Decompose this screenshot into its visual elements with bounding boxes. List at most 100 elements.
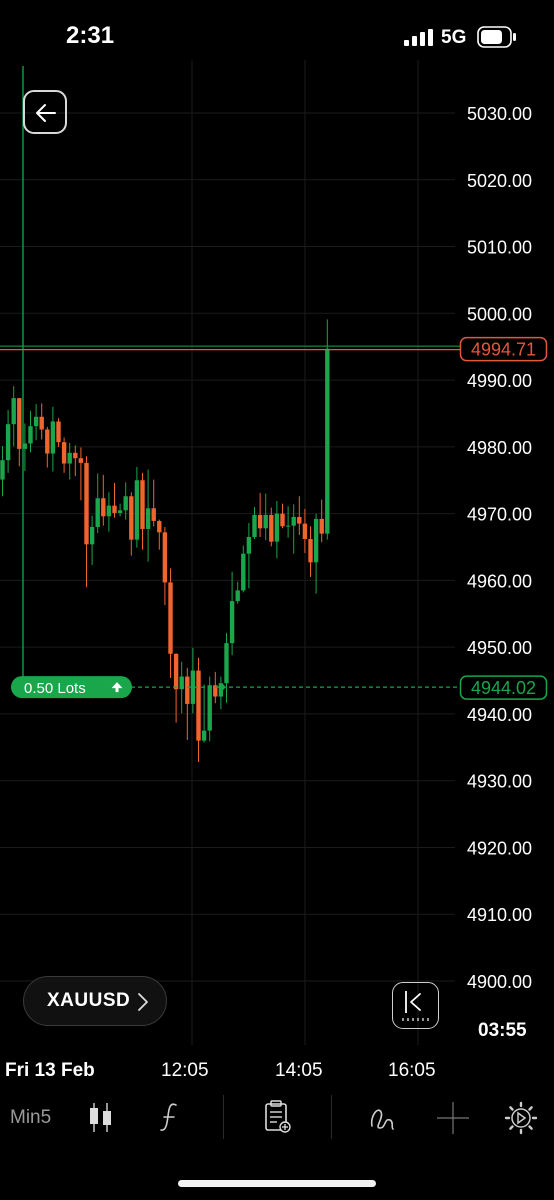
candle-body bbox=[56, 421, 61, 443]
candle-body bbox=[325, 348, 330, 534]
x-axis-label-1205: 12:05 bbox=[161, 1060, 209, 1081]
candle-body bbox=[313, 518, 319, 563]
crosshair-icon bbox=[437, 1102, 469, 1134]
candle-body bbox=[224, 643, 229, 684]
timeframe-label: Min5 bbox=[10, 1107, 52, 1128]
candle-body bbox=[168, 582, 173, 654]
timeframe-button[interactable]: Min5 bbox=[0, 1092, 62, 1144]
candle-body bbox=[229, 601, 235, 644]
candle-body bbox=[84, 462, 89, 545]
candle-body bbox=[106, 505, 112, 517]
gear-icon bbox=[504, 1101, 538, 1135]
y-axis-tick-label: 5000.00 bbox=[467, 304, 532, 324]
indicators-button[interactable] bbox=[155, 1092, 185, 1144]
function-icon bbox=[160, 1103, 177, 1131]
candle-body bbox=[162, 532, 168, 583]
candle-body bbox=[112, 505, 117, 513]
candle-body bbox=[45, 429, 50, 454]
y-axis-tick-label: 5020.00 bbox=[467, 171, 532, 191]
candle-body bbox=[252, 514, 257, 537]
chart-type-button[interactable] bbox=[86, 1092, 116, 1144]
y-axis-tick-label: 4980.00 bbox=[467, 438, 532, 458]
candle-body bbox=[39, 416, 44, 430]
toolbar-divider bbox=[223, 1095, 224, 1139]
entry-price-label: 4944.02 bbox=[471, 678, 536, 698]
candle-body bbox=[123, 496, 128, 511]
symbol-label: XAUUSD bbox=[47, 990, 131, 1011]
y-axis-tick-label: 5010.00 bbox=[467, 238, 532, 258]
candle-body bbox=[140, 480, 145, 529]
y-axis-tick-label: 4910.00 bbox=[467, 905, 532, 925]
candle-body bbox=[308, 538, 313, 563]
toolbar-divider bbox=[331, 1095, 332, 1139]
x-axis-label-1405: 14:05 bbox=[275, 1060, 323, 1081]
candle-body bbox=[185, 676, 190, 704]
candle-body bbox=[145, 508, 151, 529]
candle-body bbox=[241, 553, 246, 591]
y-axis-tick-label: 4970.00 bbox=[467, 505, 532, 525]
candle-body bbox=[95, 498, 100, 527]
home-indicator[interactable] bbox=[178, 1180, 376, 1187]
candle-body bbox=[11, 398, 16, 425]
candle-body bbox=[257, 514, 263, 529]
position-lots-label: 0.50 Lots bbox=[24, 680, 86, 697]
candle-body bbox=[235, 590, 240, 602]
candle-body bbox=[302, 523, 308, 539]
drawing-tools-button[interactable] bbox=[366, 1092, 398, 1144]
candle-body bbox=[117, 510, 123, 513]
candle-body bbox=[101, 498, 106, 517]
candle-countdown: 03:55 bbox=[478, 1020, 527, 1041]
candle-body bbox=[269, 514, 274, 542]
candle-body bbox=[5, 424, 11, 461]
candle-body bbox=[280, 513, 285, 527]
candle-body bbox=[73, 452, 78, 459]
candle-body bbox=[285, 525, 291, 527]
crosshair-button[interactable] bbox=[437, 1092, 469, 1144]
y-axis-tick-label: 4900.00 bbox=[467, 972, 532, 992]
chevron-right-icon bbox=[138, 993, 148, 1011]
candle-body bbox=[173, 653, 179, 690]
candle-body bbox=[319, 518, 324, 534]
y-axis-tick-label: 4940.00 bbox=[467, 705, 532, 725]
price-chart[interactable]: 5030.00 5020.00 5010.00 5000.00 4990.00 4980.… bbox=[0, 0, 554, 1050]
candle-body bbox=[129, 496, 134, 540]
y-axis-tick-label: 5030.00 bbox=[467, 104, 532, 124]
y-axis-tick-label: 4920.00 bbox=[467, 838, 532, 858]
y-axis-tick-label: 4930.00 bbox=[467, 772, 532, 792]
symbol-selector-button[interactable]: XAUUSD bbox=[23, 976, 167, 1026]
scroll-to-latest-button[interactable] bbox=[392, 982, 439, 1029]
y-axis-tick-label: 4950.00 bbox=[467, 638, 532, 658]
jump-to-end-icon bbox=[402, 991, 429, 1021]
draw-curve-icon bbox=[370, 1109, 394, 1130]
candle-body bbox=[151, 508, 156, 521]
candle-body bbox=[207, 685, 212, 731]
candle-body bbox=[157, 520, 162, 533]
candle-body bbox=[61, 442, 67, 464]
candlestick-icon bbox=[90, 1103, 111, 1132]
order-button[interactable] bbox=[262, 1092, 294, 1144]
candle-body bbox=[89, 526, 95, 545]
candle-body bbox=[50, 421, 56, 454]
chart-toolbar: Min5 bbox=[0, 1092, 554, 1144]
candle-body bbox=[291, 516, 296, 526]
candle-body bbox=[33, 416, 39, 427]
chart-settings-button[interactable] bbox=[503, 1092, 539, 1144]
back-button[interactable] bbox=[23, 90, 67, 134]
candle-body bbox=[274, 513, 280, 542]
current-price-label: 4994.71 bbox=[471, 340, 536, 360]
arrow-left-icon bbox=[36, 104, 56, 122]
candle-body bbox=[17, 398, 22, 449]
candle-body bbox=[196, 670, 201, 741]
clipboard-add-icon bbox=[265, 1100, 291, 1133]
candle-body bbox=[0, 460, 5, 480]
candle-body bbox=[201, 730, 207, 741]
candle-body bbox=[22, 443, 28, 449]
candle-body bbox=[67, 452, 72, 464]
y-axis-tick-label: 4990.00 bbox=[467, 371, 532, 391]
candle-body bbox=[28, 426, 33, 444]
y-axis-tick-label: 4960.00 bbox=[467, 571, 532, 591]
candle-body bbox=[263, 514, 268, 529]
position-entry-dot bbox=[219, 684, 225, 691]
x-axis-label-date: Fri 13 Feb bbox=[5, 1060, 95, 1081]
candle-body bbox=[78, 458, 84, 463]
